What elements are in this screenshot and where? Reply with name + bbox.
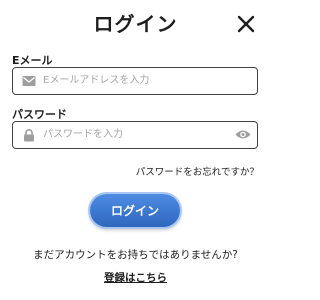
signup-prompt: まだアカウントをお持ちではありませんか? bbox=[33, 249, 238, 261]
close-icon bbox=[237, 15, 255, 33]
password-label: パスワード bbox=[12, 108, 67, 121]
email-field-box[interactable] bbox=[12, 67, 258, 95]
close-button[interactable] bbox=[236, 14, 256, 34]
mail-icon bbox=[22, 76, 36, 86]
email-label: Eメール bbox=[12, 54, 53, 67]
forgot-password-link[interactable]: パスワードをお忘れですか？ bbox=[136, 164, 259, 178]
page-title: ログイン bbox=[93, 12, 178, 36]
password-input[interactable] bbox=[43, 122, 233, 147]
password-field-box[interactable] bbox=[12, 121, 258, 149]
lock-icon bbox=[24, 129, 34, 142]
register-link-container: 登録はこちら bbox=[0, 270, 271, 285]
login-button[interactable]: ログイン bbox=[90, 194, 180, 227]
register-link[interactable]: 登録はこちら bbox=[104, 272, 167, 284]
eye-icon[interactable] bbox=[235, 128, 251, 141]
email-input[interactable] bbox=[43, 68, 233, 93]
